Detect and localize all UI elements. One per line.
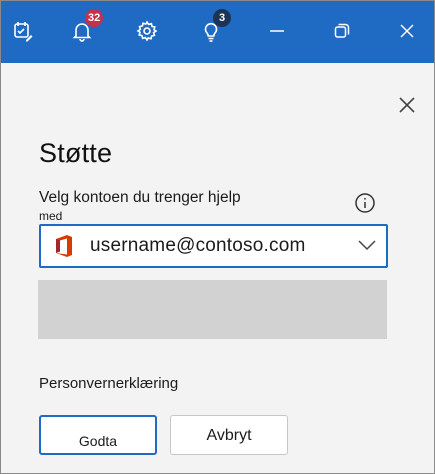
accept-button[interactable]: Godta	[39, 415, 157, 455]
close-icon	[398, 22, 416, 40]
office-icon	[54, 234, 74, 258]
tasks-button[interactable]	[1, 9, 45, 53]
settings-button[interactable]	[125, 9, 169, 53]
tips-button[interactable]: 3	[189, 9, 233, 53]
notifications-badge: 32	[85, 9, 104, 27]
tips-badge: 3	[213, 9, 231, 27]
content-placeholder	[38, 280, 387, 339]
minimize-icon	[268, 22, 286, 40]
restore-icon	[333, 22, 351, 40]
page-title: Støtte	[39, 138, 113, 168]
notifications-button[interactable]: 32	[60, 9, 104, 53]
close-icon	[397, 95, 417, 120]
window-close-button[interactable]	[385, 9, 429, 53]
account-select[interactable]: username@contoso.com	[39, 224, 388, 268]
title-bar: 32 3	[1, 1, 434, 63]
gear-icon	[136, 20, 158, 42]
tasks-icon	[12, 20, 34, 42]
privacy-label[interactable]: Personvernerklæring	[39, 375, 178, 392]
restore-button[interactable]	[320, 9, 364, 53]
support-window: 32 3 Støtte Velg kontoen du trenger hjel…	[0, 0, 435, 474]
info-icon[interactable]	[354, 192, 376, 214]
minimize-button[interactable]	[255, 9, 299, 53]
chevron-down-icon	[358, 238, 376, 256]
panel-close-button[interactable]	[391, 91, 423, 123]
account-label: Velg kontoen du trenger hjelp	[39, 189, 241, 206]
account-select-value: username@contoso.com	[90, 235, 306, 256]
account-label-continuation: med	[39, 209, 63, 223]
cancel-button[interactable]: Avbryt	[170, 415, 288, 455]
